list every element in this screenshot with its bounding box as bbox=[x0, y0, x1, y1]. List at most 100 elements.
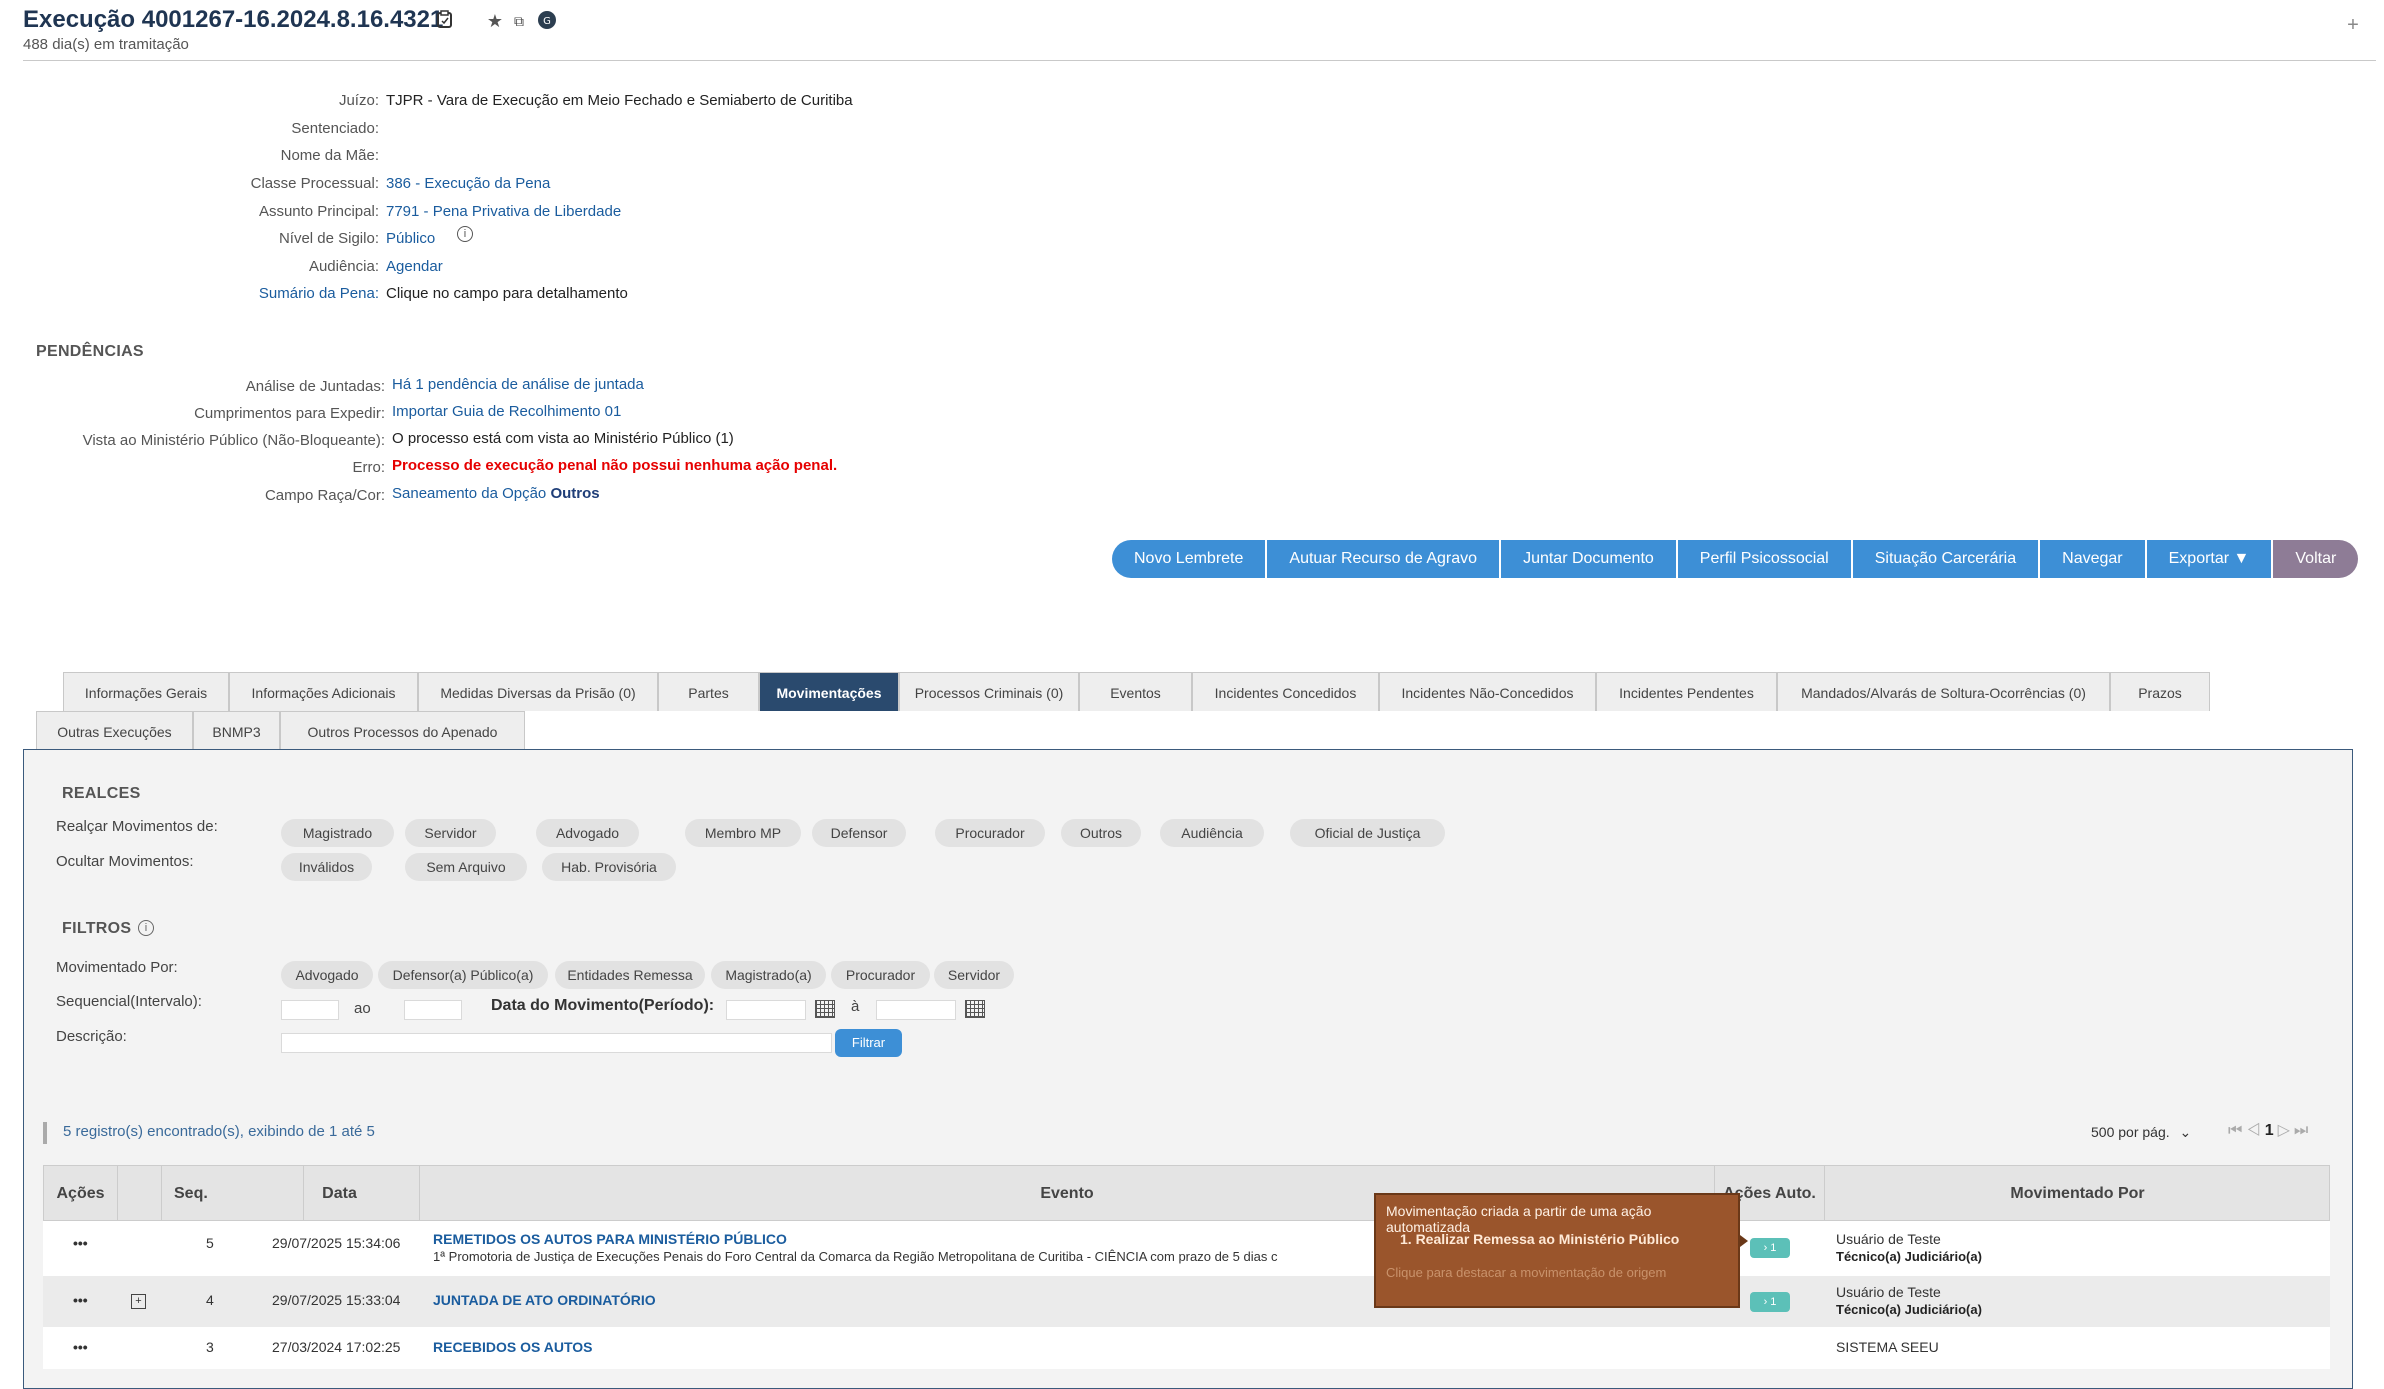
raca-link[interactable]: Saneamento da Opção Outros bbox=[392, 485, 600, 502]
data-end-input[interactable] bbox=[876, 1000, 956, 1020]
situacao-carceraria-button[interactable]: Situação Carcerária bbox=[1852, 540, 2041, 578]
filtros-info-icon[interactable]: i bbox=[138, 920, 154, 936]
data-start-input[interactable] bbox=[726, 1000, 806, 1020]
expand-icon[interactable]: + bbox=[131, 1294, 146, 1309]
classe-link[interactable]: 386 - Execução da Pena bbox=[386, 175, 550, 192]
raca-prefix: Saneamento da Opção bbox=[392, 485, 547, 502]
audiencia-link[interactable]: Agendar bbox=[386, 258, 443, 275]
descricao-input[interactable] bbox=[281, 1033, 832, 1053]
row-event-link[interactable]: JUNTADA DE ATO ORDINATÓRIO bbox=[433, 1292, 656, 1308]
row-event-link[interactable]: REMETIDOS OS AUTOS PARA MINISTÉRIO PÚBLI… bbox=[433, 1231, 787, 1247]
analise-link[interactable]: Há 1 pendência de análise de juntada bbox=[392, 376, 644, 393]
calendar-icon[interactable] bbox=[965, 1000, 985, 1018]
row-actions-menu[interactable]: ••• bbox=[73, 1235, 88, 1251]
automation-tooltip[interactable]: Movimentação criada a partir de uma ação… bbox=[1374, 1193, 1748, 1308]
tab-prazos[interactable]: Prazos bbox=[2110, 672, 2210, 711]
th-data[interactable]: Data bbox=[260, 1166, 420, 1222]
data-a-label: à bbox=[851, 998, 860, 1015]
tab-informacoes-adicionais[interactable]: Informações Adicionais bbox=[229, 672, 418, 711]
last-page-icon[interactable]: ⏭ bbox=[2294, 1122, 2312, 1139]
realcar-outros[interactable]: Outros bbox=[1061, 819, 1141, 847]
row-actions-menu[interactable]: ••• bbox=[73, 1292, 88, 1308]
table-row[interactable]: ••• 3 27/03/2024 17:02:25 RECEBIDOS OS A… bbox=[43, 1327, 2330, 1369]
plus-icon[interactable]: + bbox=[2342, 14, 2364, 36]
auto-action-badge[interactable]: › 1 bbox=[1750, 1238, 1790, 1258]
filtros-title: FILTROS bbox=[62, 920, 132, 937]
tab-eventos[interactable]: Eventos bbox=[1079, 672, 1192, 711]
voltar-button[interactable]: Voltar bbox=[2273, 540, 2359, 578]
realcar-servidor[interactable]: Servidor bbox=[405, 819, 496, 847]
auto-action-badge[interactable]: › 1 bbox=[1750, 1292, 1790, 1312]
exportar-button[interactable]: Exportar ▼ bbox=[2146, 540, 2274, 578]
seq-start-input[interactable] bbox=[281, 1000, 339, 1020]
per-page-select[interactable]: 500 por pág. ⌄ bbox=[2091, 1124, 2191, 1141]
realcar-advogado[interactable]: Advogado bbox=[536, 819, 639, 847]
tab-incidentes-pendentes[interactable]: Incidentes Pendentes bbox=[1596, 672, 1777, 711]
sigilo-link[interactable]: Público bbox=[386, 230, 435, 247]
svg-text:G: G bbox=[543, 16, 551, 27]
filtrar-button[interactable]: Filtrar bbox=[835, 1029, 902, 1057]
tab-outros-processos[interactable]: Outros Processos do Apenado bbox=[280, 711, 525, 750]
filtro-procurador[interactable]: Procurador bbox=[831, 961, 930, 989]
next-page-icon[interactable]: ▷ bbox=[2278, 1122, 2294, 1139]
seq-ao-label: ao bbox=[354, 1000, 371, 1017]
star-icon[interactable]: ★ bbox=[484, 10, 506, 32]
tab-incidentes-nao-concedidos[interactable]: Incidentes Não-Concedidos bbox=[1379, 672, 1596, 711]
cumprimentos-link[interactable]: Importar Guia de Recolhimento 01 bbox=[392, 403, 621, 420]
tooltip-arrow bbox=[1740, 1235, 1748, 1247]
tab-mandados-alvaras[interactable]: Mandados/Alvarás de Soltura-Ocorrências … bbox=[1777, 672, 2110, 711]
classe-label: Classe Processual: bbox=[250, 175, 379, 192]
realcar-defensor[interactable]: Defensor bbox=[812, 819, 906, 847]
tab-informacoes-gerais[interactable]: Informações Gerais bbox=[63, 672, 229, 711]
realcar-membro-mp[interactable]: Membro MP bbox=[685, 819, 801, 847]
tab-bnmp3[interactable]: BNMP3 bbox=[193, 711, 280, 750]
realcar-magistrado[interactable]: Magistrado bbox=[281, 819, 394, 847]
perfil-psicossocial-button[interactable]: Perfil Psicossocial bbox=[1677, 540, 1853, 578]
table-row[interactable]: ••• + 4 29/07/2025 15:33:04 JUNTADA DE A… bbox=[43, 1276, 2330, 1327]
realcar-oficial-justica[interactable]: Oficial de Justiça bbox=[1290, 819, 1445, 847]
tab-movimentacoes[interactable]: Movimentações bbox=[759, 672, 899, 711]
table-row[interactable]: ••• 5 29/07/2025 15:34:06 REMETIDOS OS A… bbox=[43, 1221, 2330, 1276]
prev-page-icon[interactable]: ◁ bbox=[2246, 1122, 2264, 1139]
juizo-label: Juízo: bbox=[338, 92, 379, 109]
realcar-label: Realçar Movimentos de: bbox=[56, 818, 218, 835]
info-icon[interactable]: i bbox=[457, 226, 473, 242]
tab-outras-execucoes[interactable]: Outras Execuções bbox=[36, 711, 193, 750]
first-page-icon[interactable]: ⏮ bbox=[2228, 1122, 2246, 1139]
filtro-advogado[interactable]: Advogado bbox=[281, 961, 373, 989]
tab-incidentes-concedidos[interactable]: Incidentes Concedidos bbox=[1192, 672, 1379, 711]
calendar-icon[interactable] bbox=[815, 1000, 835, 1018]
ocultar-invalidos[interactable]: Inválidos bbox=[281, 853, 372, 881]
filtro-magistrado[interactable]: Magistrado(a) bbox=[711, 961, 826, 989]
filtro-servidor[interactable]: Servidor bbox=[934, 961, 1014, 989]
copy-icon[interactable]: ⧉ bbox=[508, 10, 530, 32]
per-page-label: 500 por pág. bbox=[2091, 1124, 2170, 1140]
tab-medidas-diversas[interactable]: Medidas Diversas da Prisão (0) bbox=[418, 672, 658, 711]
juntar-documento-button[interactable]: Juntar Documento bbox=[1501, 540, 1678, 578]
autuar-recurso-button[interactable]: Autuar Recurso de Agravo bbox=[1267, 540, 1502, 578]
sumario-value[interactable]: Clique no campo para detalhamento bbox=[386, 285, 628, 302]
filtro-entidades-remessa[interactable]: Entidades Remessa bbox=[555, 961, 705, 989]
row-event-detail: 1ª Promotoria de Justiça de Execuções Pe… bbox=[433, 1249, 1278, 1264]
assunto-label: Assunto Principal: bbox=[258, 203, 379, 220]
row-event-link[interactable]: RECEBIDOS OS AUTOS bbox=[433, 1339, 592, 1355]
copy-document-icon[interactable] bbox=[434, 10, 456, 32]
realcar-procurador[interactable]: Procurador bbox=[935, 819, 1045, 847]
novo-lembrete-button[interactable]: Novo Lembrete bbox=[1112, 540, 1268, 578]
tab-processos-criminais[interactable]: Processos Criminais (0) bbox=[899, 672, 1079, 711]
ocultar-hab-provisoria[interactable]: Hab. Provisória bbox=[542, 853, 676, 881]
badge-icon[interactable]: G bbox=[536, 10, 558, 32]
realcar-audiencia[interactable]: Audiência bbox=[1160, 819, 1264, 847]
th-movimentado-por[interactable]: Movimentado Por bbox=[1825, 1166, 2330, 1222]
navegar-button[interactable]: Navegar bbox=[2040, 540, 2147, 578]
ocultar-sem-arquivo[interactable]: Sem Arquivo bbox=[405, 853, 527, 881]
tooltip-item[interactable]: 1. Realizar Remessa ao Ministério Públic… bbox=[1400, 1231, 1679, 1247]
filtro-defensor-publico[interactable]: Defensor(a) Público(a) bbox=[378, 961, 548, 989]
sumario-label[interactable]: Sumário da Pena: bbox=[259, 285, 379, 302]
page-subtitle: 488 dia(s) em tramitação bbox=[23, 36, 189, 53]
tab-partes[interactable]: Partes bbox=[658, 672, 759, 711]
records-marker bbox=[43, 1122, 47, 1144]
assunto-link[interactable]: 7791 - Pena Privativa de Liberdade bbox=[386, 203, 621, 220]
row-actions-menu[interactable]: ••• bbox=[73, 1339, 88, 1355]
seq-end-input[interactable] bbox=[404, 1000, 462, 1020]
